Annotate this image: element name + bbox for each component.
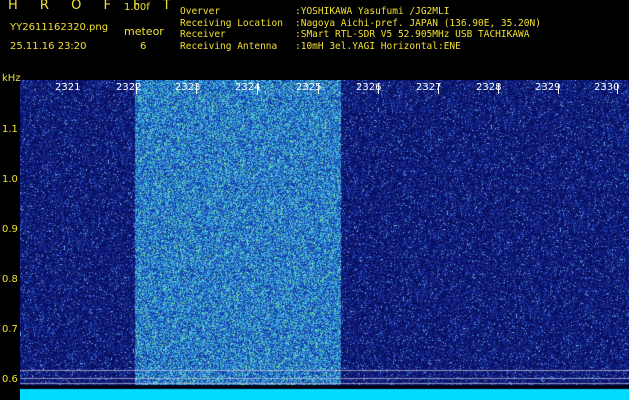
y-tick-label: 1.0 — [2, 174, 18, 185]
y-tick-label: 1.1 — [2, 124, 18, 135]
info-key: Receiving Antenna — [180, 40, 278, 52]
info-key: Receiving Location — [180, 17, 283, 29]
x-tick-mark — [136, 84, 137, 94]
meteor-label: meteor — [124, 25, 164, 38]
y-tick-label: 0.9 — [2, 224, 18, 235]
y-axis-unit: kHz — [2, 73, 21, 84]
meteor-count: 6 — [140, 41, 147, 52]
x-tick-mark — [617, 84, 618, 94]
version-label: 1.00f — [124, 2, 150, 13]
info-row-location: Receiving Location :Nagoya Aichi-pref. J… — [180, 18, 541, 30]
info-value: :SMart RTL-SDR V5 52.905MHz USB TACHIKAW… — [295, 29, 530, 40]
spectrogram-plot — [20, 80, 629, 400]
x-tick-mark — [318, 84, 319, 94]
x-tick-label: 2321 — [55, 82, 81, 93]
info-row-receiver: Receiver :SMart RTL-SDR V5 52.905MHz USB… — [180, 29, 541, 41]
y-tick-label: 0.6 — [2, 374, 18, 385]
info-key: Overver — [180, 6, 221, 17]
info-value: :YOSHIKAWA Yasufumi /JG2MLI — [295, 6, 450, 17]
x-tick-label: 2322 — [116, 82, 142, 93]
info-key: Receiver — [180, 29, 226, 40]
x-tick-mark — [498, 84, 499, 94]
info-row-antenna: Receiving Antenna :10mH 3el.YAGI Horizon… — [180, 41, 541, 53]
y-tick-label: 0.7 — [2, 324, 18, 335]
x-tick-mark — [558, 84, 559, 94]
x-tick-label: 2330 — [594, 82, 620, 93]
filename-label: YY2611162320.png — [10, 22, 109, 33]
x-tick-label: 2329 — [535, 82, 561, 93]
datetime-label: 25.11.16 23:20 — [10, 41, 87, 52]
station-info: Overver :YOSHIKAWA Yasufumi /JG2MLI Rece… — [180, 6, 541, 52]
x-tick-mark — [196, 84, 197, 94]
x-tick-mark — [438, 84, 439, 94]
x-tick-mark — [378, 84, 379, 94]
app-title: H R O F F T — [8, 0, 180, 13]
y-tick-label: 0.8 — [2, 274, 18, 285]
x-tick-mark — [257, 84, 258, 94]
info-value: :Nagoya Aichi-pref. JAPAN (136.90E, 35.2… — [295, 17, 541, 29]
info-value: :10mH 3el.YAGI Horizontal:ENE — [295, 40, 461, 52]
info-row-observer: Overver :YOSHIKAWA Yasufumi /JG2MLI — [180, 6, 541, 18]
